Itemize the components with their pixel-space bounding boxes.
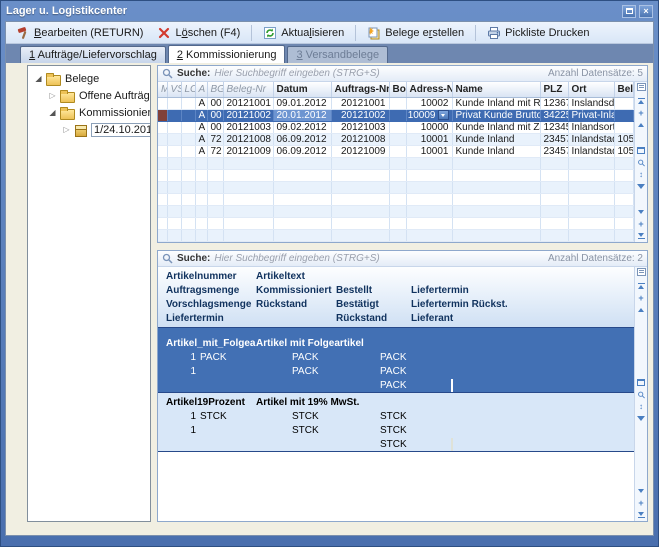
toolbar-separator [355,25,356,41]
empty-area [158,452,634,521]
zoom-icon[interactable] [637,391,646,399]
empty-row [158,217,634,229]
scroll-down-icon[interactable] [637,208,646,216]
tree-item-kommission-date[interactable]: ▷ 1/24.10.2012 [30,121,148,138]
restore-icon[interactable] [622,5,636,18]
card-header: Artikelnummer Artikeltext Auftragsmenge … [158,267,634,328]
create-documents-icon [367,26,381,40]
sort-icon[interactable]: ↕ [637,403,646,411]
empty-row [158,229,634,241]
sort-icon[interactable]: ↕ [637,171,646,179]
magnifier-icon [162,253,173,264]
column-chooser-icon[interactable] [637,268,646,276]
table-row[interactable]: A00 20121003 09.02.2012 20121003 10000 K… [158,121,634,133]
card-view-icon[interactable] [637,379,646,387]
top-search-bar: Suche: Hier Suchbegriff eingeben (STRG+S… [158,66,647,82]
titlebar: Lager u. Logistikcenter × [5,1,654,21]
top-record-count: Anzahl Datensätze: 5 [548,68,643,79]
scroll-first-icon[interactable] [637,282,646,290]
belege-grid-panel: Suche: Hier Suchbegriff eingeben (STRG+S… [157,65,648,243]
empty-row [158,169,634,181]
empty-row [158,181,634,193]
pickliste-drucken-button[interactable]: Pickliste Drucken [481,23,595,43]
loeschen-button[interactable]: Löschen (F4) [151,23,246,43]
folder-icon [46,73,60,85]
empty-row [158,157,634,169]
toolbar-separator [475,25,476,41]
expander-icon[interactable]: ▷ [62,125,71,134]
tree-panel: ◢ Belege ▷ Offene Aufträge ◢ Kommissioni… [27,65,151,522]
lieferant-field[interactable] [451,379,453,392]
bottom-search-bar: Suche: Hier Suchbegriff eingeben (STRG+S… [158,251,647,267]
folder-icon [60,90,74,102]
window-title: Lager u. Logistikcenter [6,5,622,17]
zoom-icon[interactable] [637,159,646,167]
article-record-selected[interactable]: Artikel_mit_Folgeartikel Artikel mit Fol… [158,328,634,393]
card-view-icon[interactable] [637,147,646,155]
toolbar-separator [251,25,252,41]
tab-strip: 1 Aufträge/Liefervorschlag 2 Kommissioni… [6,44,653,63]
grid-side-toolbar: + ↕ [634,82,647,242]
scroll-last-icon[interactable] [637,511,646,519]
belege-table: M VS LO A BG Beleg-Nr Datum Auftrags-Nr.… [158,82,634,242]
empty-row [158,205,634,217]
dropdown-button[interactable] [438,110,449,120]
close-icon[interactable]: × [639,5,653,18]
folder-icon [60,107,74,119]
app-window: Lager u. Logistikcenter × Bearbeiten (RE… [0,0,659,547]
scroll-up-icon[interactable] [637,121,646,129]
empty-row [158,193,634,205]
toolbar: Bearbeiten (RETURN) Löschen (F4) Aktuali… [6,22,653,44]
insert-plus-icon[interactable]: + [637,499,646,507]
tab-versandbelege: 3 Versandbelege [287,46,388,63]
table-row[interactable]: A72 20121009 06.09.2012 20121009 10001 K… [158,145,634,157]
bearbeiten-button[interactable]: Bearbeiten (RETURN) [10,23,149,43]
bottom-record-count: Anzahl Datensätze: 2 [548,253,643,264]
scroll-down-icon[interactable] [637,487,646,495]
lieferant-field[interactable] [451,438,453,451]
table-row[interactable]: A72 20121008 06.09.2012 20121008 10001 K… [158,133,634,145]
scroll-up-icon[interactable] [637,306,646,314]
expander-icon[interactable]: ◢ [48,108,57,117]
tree-item-offene-auftraege[interactable]: ▷ Offene Aufträge [30,87,148,104]
table-row-selected[interactable]: A00 20121002 20.01.2012 20121002 10009 P… [158,109,634,121]
focused-cell: 20.01.2012 [273,109,331,121]
app-frame: Bearbeiten (RETURN) Löschen (F4) Aktuali… [5,21,654,536]
top-search-input[interactable]: Hier Suchbegriff eingeben (STRG+S) [214,68,544,79]
tree-item-belege[interactable]: ◢ Belege [30,70,148,87]
positionen-grid-panel: Suche: Hier Suchbegriff eingeben (STRG+S… [157,250,648,522]
belege-erstellen-button[interactable]: Belege erstellen [361,23,470,43]
refresh-icon [263,26,277,40]
expander-icon[interactable]: ▷ [48,91,57,100]
scroll-last-icon[interactable] [637,232,646,240]
content-area: ◢ Belege ▷ Offene Aufträge ◢ Kommissioni… [6,63,653,535]
filter-funnel-icon[interactable] [637,183,646,191]
hammer-icon [16,26,30,40]
header-row[interactable]: M VS LO A BG Beleg-Nr Datum Auftrags-Nr.… [158,82,634,97]
package-icon [74,124,88,136]
insert-plus-icon[interactable]: + [637,220,646,228]
chevron-down-icon [441,114,445,117]
insert-plus-icon[interactable]: + [637,109,646,117]
tab-kommissionierung[interactable]: 2 Kommissionierung [168,45,286,63]
bottom-search-input[interactable]: Hier Suchbegriff eingeben (STRG+S) [214,253,544,264]
column-chooser-icon[interactable] [637,83,646,91]
magnifier-icon [162,68,173,79]
printer-icon [487,26,501,40]
aktualisieren-button[interactable]: Aktualisieren [257,23,350,43]
insert-plus-icon[interactable]: + [637,294,646,302]
article-record[interactable]: Artikel19Prozent Artikel mit 19% MwSt. 1… [158,393,634,452]
expander-icon[interactable]: ◢ [34,74,43,83]
delete-x-icon [157,26,171,40]
filter-funnel-icon[interactable] [637,415,646,423]
scroll-first-icon[interactable] [637,97,646,105]
grid-side-toolbar: + ↕ [634,267,647,521]
tree-item-kommissionierung[interactable]: ◢ Kommissionierung [30,104,148,121]
table-row[interactable]: A00 20121001 09.01.2012 20121001 10002 K… [158,97,634,109]
tab-auftraege-liefervorschlag[interactable]: 1 Aufträge/Liefervorschlag [20,46,166,63]
